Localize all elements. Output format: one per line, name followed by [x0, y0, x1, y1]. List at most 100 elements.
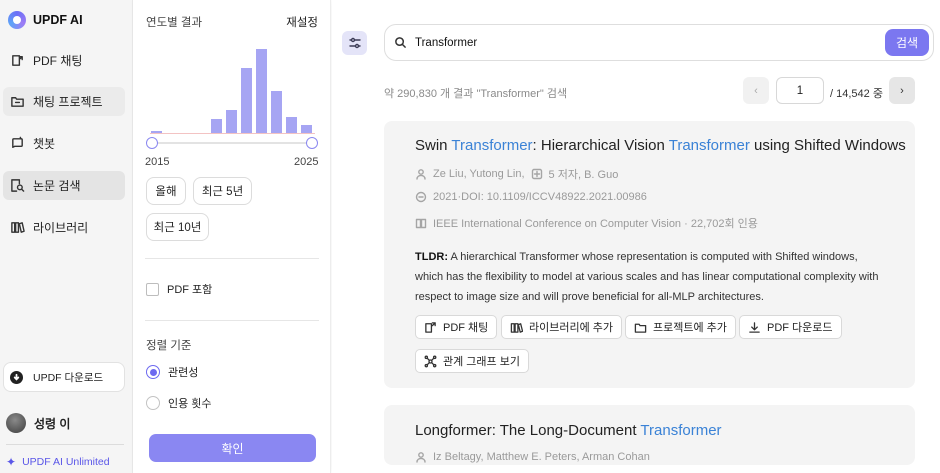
relation-graph-button[interactable]: 관계 그래프 보기: [415, 349, 529, 373]
folder-chat-icon: [9, 94, 25, 110]
sort-option-citations[interactable]: 인용 횟수: [146, 395, 212, 411]
action-label: 관계 그래프 보기: [443, 356, 520, 368]
expand-authors-icon[interactable]: [531, 168, 543, 180]
authors-row: Iz Beltagy, Matthew E. Peters, Arman Coh…: [415, 451, 650, 463]
venue-row: IEEE International Conference on Compute…: [415, 215, 758, 231]
confirm-button[interactable]: 확인: [149, 434, 316, 462]
year-to-label: 2025: [294, 156, 319, 168]
person-icon: [416, 452, 426, 463]
sort-title: 정렬 기준: [146, 340, 192, 352]
sidebar-item-label: 논문 검색: [33, 179, 81, 193]
more-authors: 5 저자, B. Guo: [548, 169, 619, 181]
page-total: / 14,542 중: [830, 88, 883, 100]
download-label: UPDF 다운로드: [33, 371, 104, 384]
sidebar-item-pdf-chat[interactable]: PDF 채팅: [3, 46, 125, 75]
tldr-body: A hierarchical Transformer whose represe…: [415, 251, 879, 303]
year-histogram: [150, 44, 315, 134]
sidebar-item-label: 라이브러리: [33, 221, 89, 235]
title-highlight: Transformer: [668, 137, 750, 154]
histogram-bar: [271, 91, 282, 134]
main-content: Transformer 검색 약 290,830 개 결과 "Transform…: [332, 0, 940, 473]
year-from-label: 2015: [145, 156, 170, 168]
action-label: PDF 채팅: [443, 322, 489, 334]
library-icon: [9, 220, 25, 236]
result-summary: 약 290,830 개 결과 "Transformer" 검색: [384, 88, 568, 100]
doi: 2021·DOI: 10.1109/ICCV48922.2021.00986: [433, 191, 647, 203]
slider-end-handle[interactable]: [306, 137, 318, 149]
chip-last-5-years[interactable]: 최근 5년: [193, 177, 252, 205]
tldr-text: TLDR: A hierarchical Transformer whose r…: [415, 247, 885, 307]
book-icon: [415, 218, 427, 229]
sort-option-label: 관련성: [168, 367, 199, 379]
user-name: 성령 이: [34, 416, 71, 431]
pdf-include-label: PDF 포함: [167, 284, 213, 296]
add-to-library-button[interactable]: 라이브러리에 추가: [501, 315, 623, 339]
histogram-bar: [286, 117, 297, 134]
paper-search-icon: [9, 178, 25, 194]
brand-name: UPDF AI: [33, 13, 83, 27]
pdf-chat-icon: [9, 53, 25, 69]
sidebar-item-paper-search[interactable]: 논문 검색: [3, 171, 125, 200]
next-page-button[interactable]: ›: [889, 77, 915, 104]
paper-title[interactable]: Longformer: The Long-Document Transforme…: [415, 422, 722, 439]
filter-toggle-button[interactable]: [342, 31, 367, 55]
search-icon: [395, 37, 406, 48]
filter-panel: 연도별 결과 재설정 2015 2025 올해 최근 5년 최근 10년 PDF…: [133, 0, 331, 473]
sidebar-item-label: PDF 채팅: [33, 54, 83, 68]
sidebar: UPDF AI PDF 채팅 채팅 프로젝트 챗봇 논문 검색 라이브러리 UP…: [0, 0, 133, 473]
sparkle-icon: ✦: [6, 455, 17, 469]
sliders-icon: [348, 37, 361, 49]
divider: [145, 258, 319, 259]
search-input[interactable]: Transformer: [415, 37, 933, 49]
sidebar-item-chat-project[interactable]: 채팅 프로젝트: [3, 87, 125, 116]
paper-title[interactable]: Swin Transformer: Hierarchical Vision Tr…: [415, 137, 906, 154]
pdf-chat-icon: [425, 321, 436, 333]
divider: [145, 320, 319, 321]
action-label: 라이브러리에 추가: [529, 322, 614, 334]
authors-row: Ze Liu, Yutong Lin, 5 저자, B. Guo: [415, 166, 618, 182]
sort-option-label: 인용 횟수: [168, 398, 212, 410]
slider-start-handle[interactable]: [146, 137, 158, 149]
sort-option-relevance[interactable]: 관련성: [146, 364, 198, 380]
search-bar[interactable]: Transformer 검색: [384, 24, 934, 61]
action-label: 프로젝트에 추가: [653, 322, 727, 334]
doi-row: 2021·DOI: 10.1109/ICCV48922.2021.00986: [415, 191, 647, 203]
result-card[interactable]: Swin Transformer: Hierarchical Vision Tr…: [384, 121, 915, 388]
search-button[interactable]: 검색: [885, 29, 929, 56]
user-profile[interactable]: 성령 이: [6, 413, 70, 433]
result-card[interactable]: Longformer: The Long-Document Transforme…: [384, 405, 915, 465]
graph-icon: [424, 355, 437, 367]
unlimited-link[interactable]: ✦ UPDF AI Unlimited: [6, 455, 110, 469]
title-text: using Shifted Windows: [749, 137, 906, 154]
radio-selected[interactable]: [146, 365, 160, 379]
download-updf-button[interactable]: UPDF 다운로드: [3, 362, 125, 392]
pdf-include-option[interactable]: PDF 포함: [146, 281, 212, 297]
histogram-baseline: [150, 133, 315, 134]
authors: Iz Beltagy, Matthew E. Peters, Arman Coh…: [433, 451, 650, 463]
pdf-include-checkbox[interactable]: [146, 282, 159, 296]
sidebar-item-chatbot[interactable]: 챗봇: [3, 129, 125, 158]
pdf-download-button[interactable]: PDF 다운로드: [739, 315, 842, 339]
prev-page-button[interactable]: ‹: [743, 77, 769, 104]
sidebar-item-label: 채팅 프로젝트: [33, 95, 103, 109]
avatar: [6, 413, 26, 433]
action-label: PDF 다운로드: [767, 322, 833, 334]
chip-this-year[interactable]: 올해: [146, 177, 186, 205]
year-range-slider[interactable]: [151, 142, 313, 144]
page-number-input[interactable]: 1: [776, 77, 824, 104]
add-to-project-button[interactable]: 프로젝트에 추가: [625, 315, 736, 339]
authors: Ze Liu, Yutong Lin,: [433, 168, 525, 180]
library-icon: [510, 322, 523, 333]
person-icon: [416, 169, 426, 180]
venue: IEEE International Conference on Compute…: [433, 218, 758, 230]
title-text: : Hierarchical Vision: [532, 137, 669, 154]
chip-last-10-years[interactable]: 최근 10년: [146, 213, 209, 241]
pdf-chat-button[interactable]: PDF 채팅: [415, 315, 498, 339]
histogram-bar: [226, 110, 237, 134]
clock-icon: [415, 191, 427, 203]
year-filter-title: 연도별 결과: [146, 17, 203, 29]
brand[interactable]: UPDF AI: [8, 10, 83, 30]
radio-unselected[interactable]: [146, 396, 160, 410]
sidebar-item-library[interactable]: 라이브러리: [3, 213, 125, 242]
reset-button[interactable]: 재설정: [286, 14, 318, 30]
